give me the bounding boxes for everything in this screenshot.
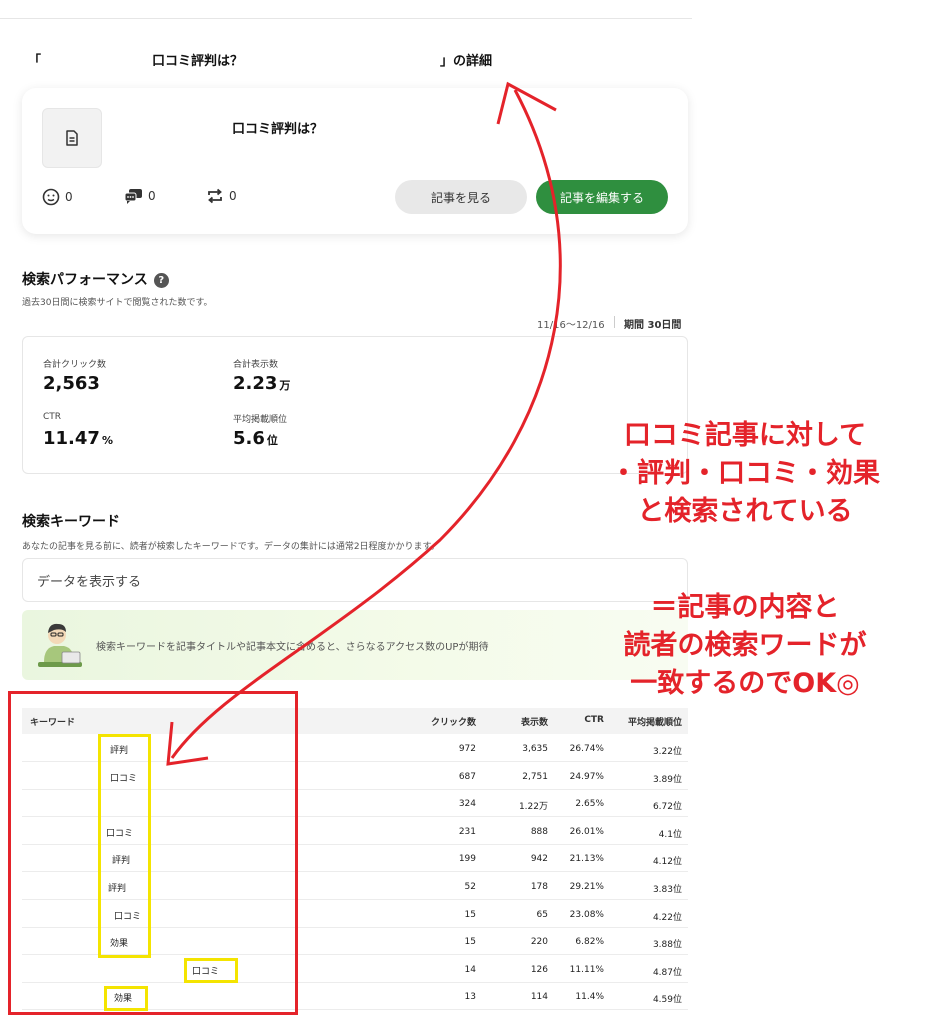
callout-line: 口コミ記事に対して bbox=[623, 420, 867, 451]
callout-line: と検索されている bbox=[637, 496, 853, 527]
callout-line: ・評判・口コミ・効果 bbox=[610, 458, 880, 489]
conclusion-line: ＝記事の内容と bbox=[650, 592, 840, 623]
conclusion-line: 読者の検索ワードが bbox=[623, 630, 867, 661]
conclusion-line: 一致するのでOK◎ bbox=[630, 668, 860, 699]
